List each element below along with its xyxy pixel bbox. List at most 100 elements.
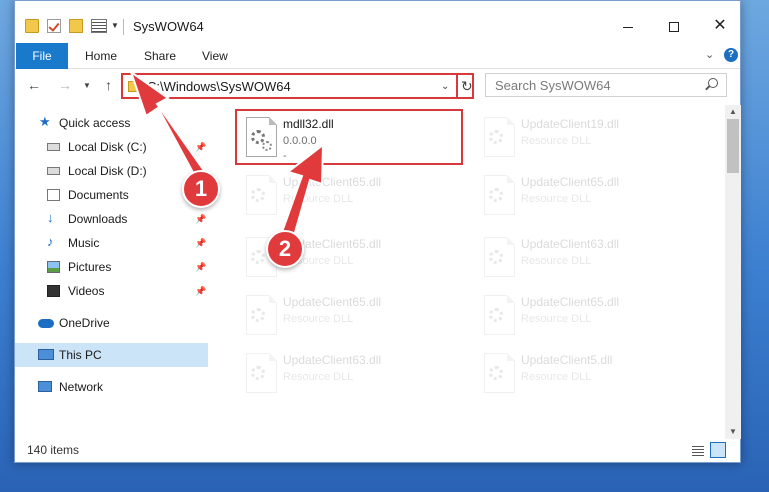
pin-icon[interactable]: 📌 <box>195 214 206 225</box>
file-item[interactable]: UpdateClient65.dll Resource DLL <box>235 287 461 345</box>
help-icon[interactable]: ? <box>724 48 738 62</box>
sidebar-item-pictures[interactable]: Pictures 📌 <box>15 255 208 279</box>
minimize-icon <box>623 26 633 28</box>
videos-icon <box>47 285 60 297</box>
sidebar-item-label: Local Disk (C:) <box>68 140 147 154</box>
customize-quick-access-icon[interactable] <box>91 19 107 33</box>
pin-icon[interactable]: 📌 <box>195 238 206 249</box>
file-item[interactable]: UpdateClient65.dll Resource DLL <box>473 287 699 345</box>
dll-file-icon <box>484 295 515 335</box>
sidebar-item-quick-access[interactable]: ★ Quick access <box>15 111 208 135</box>
sidebar-item-label: Music <box>68 236 100 250</box>
sidebar-item-label: Network <box>59 380 104 394</box>
chevron-down-icon[interactable]: ▼ <box>111 21 119 30</box>
star-icon: ★ <box>39 114 51 129</box>
forward-arrow-icon[interactable]: → <box>58 77 72 93</box>
file-desc: Resource DLL <box>283 371 354 383</box>
file-item[interactable]: UpdateClient5.dll Resource DLL <box>473 345 699 403</box>
sidebar-item-videos[interactable]: Videos 📌 <box>15 279 208 303</box>
step-badge-2: 2 <box>266 230 304 268</box>
gear-icon <box>251 366 265 380</box>
sidebar-item-label: Downloads <box>68 212 128 226</box>
file-item[interactable]: UpdateClient63.dll Resource DLL <box>235 345 461 403</box>
sidebar-item-label: Quick access <box>59 116 131 130</box>
close-button[interactable]: ✕ <box>697 13 743 39</box>
file-desc: Resource DLL <box>521 135 592 147</box>
tab-share[interactable]: Share <box>144 43 176 69</box>
large-icons-view-icon[interactable] <box>710 442 726 458</box>
address-bar[interactable]: C:\Windows\SysWOW64 ⌄ ↻ <box>121 73 474 99</box>
file-desc: Resource DLL <box>521 255 592 267</box>
maximize-button[interactable] <box>651 13 697 39</box>
sidebar-item-label: This PC <box>59 348 102 362</box>
recent-locations-chevron-icon[interactable]: ▼ <box>83 81 91 90</box>
drive-icon <box>47 143 60 151</box>
vertical-scrollbar[interactable]: ▲ ▼ <box>725 105 741 439</box>
navigation-bar: ← → ▼ ↑ C:\Windows\SysWOW64 ⌄ ↻ Search S… <box>15 71 740 101</box>
file-name: UpdateClient19.dll <box>521 117 620 131</box>
refresh-icon[interactable]: ↻ <box>461 78 473 95</box>
pin-icon[interactable]: 📌 <box>195 286 206 297</box>
gear-icon <box>251 250 265 264</box>
search-input[interactable]: Search SysWOW64 <box>485 73 727 97</box>
new-folder-icon[interactable] <box>69 19 83 33</box>
dll-file-icon <box>246 295 277 335</box>
sidebar-item-downloads[interactable]: ↓ Downloads 📌 <box>15 207 208 231</box>
address-divider <box>456 75 458 97</box>
maximize-icon <box>669 22 679 33</box>
pc-icon <box>38 349 54 360</box>
sidebar-item-onedrive[interactable]: OneDrive <box>15 311 208 335</box>
scroll-down-icon[interactable]: ▼ <box>729 427 737 436</box>
navigation-pane: ★ Quick access Local Disk (C:) 📌 Local D… <box>15 105 208 435</box>
file-item[interactable]: UpdateClient65.dll Resource DLL <box>235 167 461 225</box>
scroll-thumb[interactable] <box>727 119 739 173</box>
step-badge-1: 1 <box>182 170 220 208</box>
file-desc: Resource DLL <box>521 193 592 205</box>
sidebar-item-local-disk-c[interactable]: Local Disk (C:) 📌 <box>15 135 208 159</box>
scroll-up-icon[interactable]: ▲ <box>729 107 737 116</box>
tab-view[interactable]: View <box>202 43 228 69</box>
file-desc: Resource DLL <box>521 313 592 325</box>
file-item[interactable]: UpdateClient65.dll Resource DLL <box>473 167 699 225</box>
sidebar-item-documents[interactable]: Documents <box>15 183 208 207</box>
ribbon-tabs: File Home Share View ⌄ ? <box>15 43 740 69</box>
pictures-icon <box>47 261 60 273</box>
sidebar-item-local-disk-d[interactable]: Local Disk (D:) <box>15 159 208 183</box>
file-name: UpdateClient65.dll <box>521 295 620 309</box>
gear-icon <box>489 130 503 144</box>
music-icon: ♪ <box>47 234 54 249</box>
up-arrow-icon[interactable]: ↑ <box>105 77 112 93</box>
address-folder-icon <box>128 81 140 92</box>
onedrive-icon <box>38 319 54 328</box>
expand-ribbon-icon[interactable]: ⌄ <box>705 48 714 61</box>
address-path[interactable]: C:\Windows\SysWOW64 <box>147 79 291 94</box>
details-view-icon[interactable] <box>692 446 704 456</box>
search-placeholder: Search SysWOW64 <box>495 78 611 93</box>
sidebar-item-network[interactable]: Network <box>15 375 208 399</box>
minimize-button[interactable] <box>605 13 651 39</box>
pin-icon[interactable]: 📌 <box>195 262 206 273</box>
search-icon[interactable] <box>708 78 718 88</box>
file-desc: Resource DLL <box>521 371 592 383</box>
folder-icon[interactable] <box>25 19 39 33</box>
file-name: UpdateClient63.dll <box>283 353 382 367</box>
sidebar-item-label: Local Disk (D:) <box>68 164 147 178</box>
sidebar-item-music[interactable]: ♪ Music 📌 <box>15 231 208 255</box>
window-title: SysWOW64 <box>133 19 204 34</box>
sidebar-item-label: Documents <box>68 188 129 202</box>
pin-icon[interactable]: 📌 <box>195 142 206 153</box>
file-item[interactable]: UpdateClient19.dll Resource DLL <box>473 109 699 167</box>
dll-file-icon <box>246 353 277 393</box>
dll-file-icon <box>246 175 277 215</box>
sidebar-item-this-pc[interactable]: This PC <box>15 343 208 367</box>
tab-file[interactable]: File <box>16 43 68 69</box>
file-item[interactable]: UpdateClient63.dll Resource DLL <box>473 229 699 287</box>
file-name: UpdateClient65.dll <box>283 295 382 309</box>
title-separator <box>123 19 124 35</box>
back-arrow-icon[interactable]: ← <box>27 77 41 93</box>
properties-check-icon[interactable] <box>47 19 61 33</box>
item-count: 140 items <box>27 443 80 457</box>
dll-file-icon <box>484 175 515 215</box>
address-chevron-down-icon[interactable]: ⌄ <box>441 81 449 92</box>
tab-home[interactable]: Home <box>85 43 117 69</box>
